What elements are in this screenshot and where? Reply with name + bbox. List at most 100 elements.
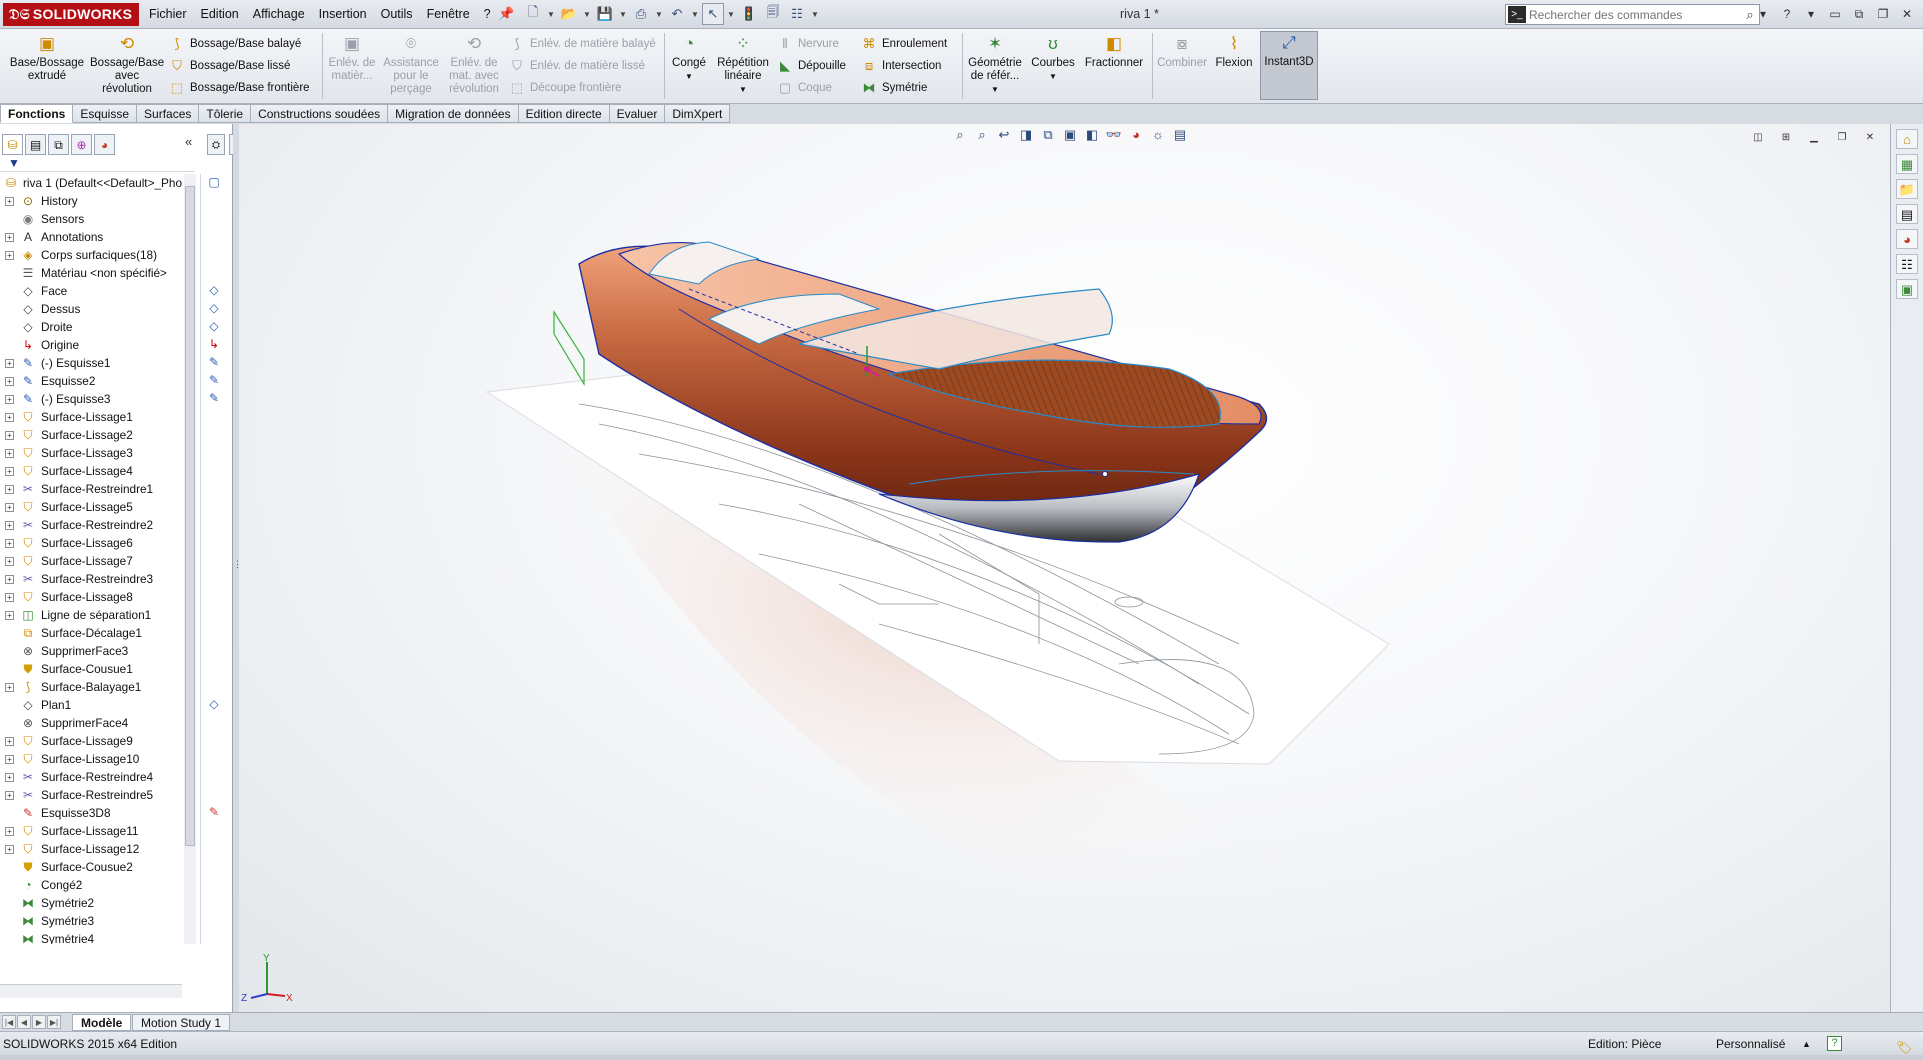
display-manager-tab-icon[interactable]: ◕ xyxy=(94,133,115,155)
expand-icon[interactable]: + xyxy=(5,773,14,782)
expand-icon[interactable]: + xyxy=(5,377,14,386)
swept-cut-button[interactable]: ⟆ Enlév. de matière balayé xyxy=(508,34,655,54)
dimxpert-tab-icon[interactable]: ⊕ xyxy=(71,133,92,155)
menu-help[interactable]: ? xyxy=(477,0,498,29)
print-icon[interactable]: ⎙ xyxy=(630,3,652,25)
collapse-panel-icon[interactable]: « xyxy=(185,134,192,149)
tree-item[interactable]: ⧉ Surface-Décalage1 xyxy=(0,624,182,642)
expand-icon[interactable]: + xyxy=(5,359,14,368)
flex-button[interactable]: ⌇ Flexion xyxy=(1212,33,1256,103)
expand-icon[interactable]: + xyxy=(5,539,14,548)
tag-icon[interactable]: 🏷 xyxy=(1896,1036,1913,1060)
tree-item[interactable]: + ⛉ Surface-Lissage6 xyxy=(0,534,182,552)
tree-item[interactable]: + ✎ (-) Esquisse1 xyxy=(0,354,182,372)
tree-item[interactable]: + ⛉ Surface-Lissage7 xyxy=(0,552,182,570)
swept-boss-button[interactable]: ⟆ Bossage/Base balayé xyxy=(168,34,301,54)
next-tab-icon[interactable]: ▶ xyxy=(32,1015,46,1029)
previous-view-icon[interactable]: ↩ xyxy=(995,126,1013,144)
save-icon[interactable]: 💾 xyxy=(594,3,616,25)
tab-tolerie[interactable]: Tôlerie xyxy=(199,104,252,123)
appearances-scenes-icon[interactable]: ◕ xyxy=(1896,229,1918,249)
first-tab-icon[interactable]: |◀ xyxy=(2,1015,16,1029)
tree-item[interactable]: + ⛉ Surface-Lissage3 xyxy=(0,444,182,462)
tree-item[interactable]: + ◈ Corps surfaciques(18) xyxy=(0,246,182,264)
expand-icon[interactable]: + xyxy=(5,575,14,584)
solidworks-resources-icon[interactable]: ⌂ xyxy=(1896,129,1918,149)
tab-evaluer[interactable]: Evaluer xyxy=(609,104,666,123)
display-style-icon[interactable]: ◧ xyxy=(1083,126,1101,144)
tree-item[interactable]: ✎ Esquisse3D8 xyxy=(0,804,182,822)
tree-item[interactable]: + ⛉ Surface-Lissage9 xyxy=(0,732,182,750)
new-document-icon[interactable]: 🗋 xyxy=(522,3,544,25)
tree-item[interactable]: + ⛉ Surface-Lissage2 xyxy=(0,426,182,444)
tab-dimxpert[interactable]: DimXpert xyxy=(665,104,731,123)
menu-insertion[interactable]: Insertion xyxy=(312,0,374,29)
tree-item[interactable]: + ✂ Surface-Restreindre4 xyxy=(0,768,182,786)
tree-item[interactable]: ⊗ SupprimerFace3 xyxy=(0,642,182,660)
restore-icon[interactable]: ❐ xyxy=(1832,128,1852,148)
chevron-down-icon[interactable]: ▼ xyxy=(1049,72,1057,81)
tree-item[interactable]: + A Annotations xyxy=(0,228,182,246)
expand-icon[interactable]: + xyxy=(5,449,14,458)
tab-constructions-soudees[interactable]: Constructions soudées xyxy=(251,104,389,123)
chevron-down-icon[interactable]: ▼ xyxy=(810,3,820,25)
tree-item[interactable]: + ◫ Ligne de séparation1 xyxy=(0,606,182,624)
revolve-boss-button[interactable]: ⟲ Bossage/Base avec révolution xyxy=(90,33,164,103)
tab-esquisse[interactable]: Esquisse xyxy=(73,104,138,123)
tree-item[interactable]: + ⟆ Surface-Balayage1 xyxy=(0,678,182,696)
chevron-down-icon[interactable]: ▼ xyxy=(739,85,747,94)
hide-show-items-icon[interactable]: 👓 xyxy=(1105,126,1123,144)
expand-icon[interactable]: + xyxy=(5,197,14,206)
tree-item[interactable]: + ⛉ Surface-Lissage5 xyxy=(0,498,182,516)
tile-windows-icon[interactable]: ⧉ xyxy=(1849,4,1869,24)
open-folder-icon[interactable]: 📂 xyxy=(558,3,580,25)
tree-item[interactable]: ☰ Matériau <non spécifié> xyxy=(0,264,182,282)
tree-item[interactable]: + ⊙ History xyxy=(0,192,182,210)
display-box-icon[interactable]: ▢ xyxy=(206,175,222,191)
expand-icon[interactable]: + xyxy=(5,485,14,494)
edit-appearance-icon[interactable]: ◕ xyxy=(1127,126,1145,144)
expand-icon[interactable]: + xyxy=(5,467,14,476)
chevron-down-icon[interactable]: ▾ xyxy=(1753,4,1773,24)
chevron-down-icon[interactable]: ▼ xyxy=(618,3,628,25)
property-manager-tab-icon[interactable]: ▤ xyxy=(25,133,46,155)
tree-item[interactable]: + ✎ (-) Esquisse3 xyxy=(0,390,182,408)
tab-migration-donnees[interactable]: Migration de données xyxy=(388,104,519,123)
file-properties-icon[interactable]: 🗐 xyxy=(762,3,784,25)
tree-item[interactable]: ⧓ Symétrie3 xyxy=(0,912,182,930)
tree-item[interactable]: + ✂ Surface-Restreindre3 xyxy=(0,570,182,588)
tree-item[interactable]: + ⛉ Surface-Lissage1 xyxy=(0,408,182,426)
tree-item[interactable]: ⧓ Symétrie2 xyxy=(0,894,182,912)
tree-item[interactable]: ◇ Dessus xyxy=(0,300,182,318)
tree-item[interactable]: ⛊ Surface-Cousue1 xyxy=(0,660,182,678)
tree-item[interactable]: ⛊ Surface-Cousue2 xyxy=(0,858,182,876)
custom-properties-icon[interactable]: ☷ xyxy=(1896,254,1918,274)
tab-edition-directe[interactable]: Edition directe xyxy=(518,104,610,123)
visibility-toggle-icon[interactable]: ✎ xyxy=(206,805,222,821)
tree-item[interactable]: + ⛉ Surface-Lissage4 xyxy=(0,462,182,480)
configuration-manager-tab-icon[interactable]: ⧉ xyxy=(48,133,69,155)
sketch-point[interactable] xyxy=(1102,471,1108,477)
tree-item[interactable]: ⧓ Symétrie4 xyxy=(0,930,182,944)
expand-icon[interactable]: + xyxy=(5,593,14,602)
status-units[interactable]: Personnalisé xyxy=(1716,1032,1785,1056)
tree-item[interactable]: ◉ Sensors xyxy=(0,210,182,228)
combine-button[interactable]: ⧇ Combiner xyxy=(1154,33,1210,103)
linear-pattern-button[interactable]: ⁘ Répétition linéaire ▼ xyxy=(712,33,774,103)
revolve-cut-button[interactable]: ⟲ Enlév. de mat. avec révolution xyxy=(444,33,504,103)
last-tab-icon[interactable]: ▶| xyxy=(47,1015,61,1029)
file-explorer-icon[interactable]: 📁 xyxy=(1896,179,1918,199)
rebuild-traffic-light-icon[interactable]: 🚦 xyxy=(738,3,760,25)
fillet-button[interactable]: ◔ Congé ▼ xyxy=(668,33,710,103)
shell-button[interactable]: ▢ Coque xyxy=(776,78,832,98)
extrude-boss-button[interactable]: ▣ Base/Bossage extrudé xyxy=(4,33,90,103)
reference-geometry-button[interactable]: ✶ Géométrie de référ... ▼ xyxy=(966,33,1024,103)
close-icon[interactable]: ✕ xyxy=(1860,128,1880,148)
tree-item[interactable]: + ✂ Surface-Restreindre2 xyxy=(0,516,182,534)
menu-outils[interactable]: Outils xyxy=(374,0,420,29)
minimize-icon[interactable]: ▭ xyxy=(1825,4,1845,24)
select-arrow-icon[interactable]: ↖ xyxy=(702,3,724,25)
close-icon[interactable]: ✕ xyxy=(1897,4,1917,24)
expand-icon[interactable]: + xyxy=(5,557,14,566)
tree-item[interactable]: + ⛉ Surface-Lissage10 xyxy=(0,750,182,768)
